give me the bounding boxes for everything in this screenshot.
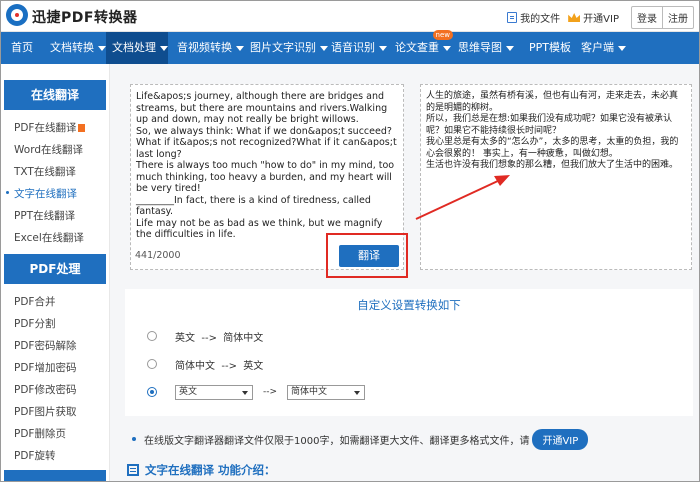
sidebar-section-pdf: PDF处理	[4, 254, 106, 284]
sidebar-item-pdf-merge[interactable]: PDF合并	[14, 294, 55, 309]
sidebar-item-ppt-translate[interactable]: PPT在线翻译	[14, 208, 75, 223]
sidebar-item-pdf-change-password[interactable]: PDF修改密码	[14, 382, 76, 397]
nav-item-doc-convert[interactable]: 文档转换	[44, 32, 112, 64]
nav-label: 首页	[11, 41, 33, 54]
sidebar: 在线翻译 PDF在线翻译 Word在线翻译 TXT在线翻译 文字在线翻译 PPT…	[0, 64, 110, 482]
sidebar-item-pdf-split[interactable]: PDF分割	[14, 316, 55, 331]
my-files-link[interactable]: 我的文件	[507, 10, 560, 25]
nav-item-doc-process[interactable]: 文档处理	[106, 32, 168, 64]
nav-label: 文档转换	[50, 41, 94, 54]
open-vip-link[interactable]: 开通VIP	[568, 10, 619, 25]
nav-item-client[interactable]: 客户端	[575, 32, 632, 64]
caret-down-icon	[379, 45, 387, 51]
nav-item-ppt[interactable]: PPT模板	[523, 32, 577, 64]
notice-row: 在线版文字翻译器翻译文件仅限于1000字，如需翻译更大文件、翻译更多格式文件，请…	[125, 426, 693, 452]
nav-label: 语音识别	[331, 41, 375, 54]
bullet-icon	[132, 437, 136, 441]
nav-item-ocr[interactable]: 图片文字识别	[244, 32, 334, 64]
sidebar-item-pdf-extract-images[interactable]: PDF图片获取	[14, 404, 76, 419]
radio-zh-to-en[interactable]	[147, 359, 157, 369]
sidebar-item-pdf-add-password[interactable]: PDF增加密码	[14, 360, 76, 375]
open-vip-label: 开通VIP	[583, 14, 619, 25]
hot-icon	[78, 124, 86, 132]
nav-item-plagiarism[interactable]: 论文查重 new	[389, 30, 457, 64]
brand-name[interactable]: 迅捷PDF转换器	[32, 7, 137, 27]
nav-label: 文档处理	[112, 41, 156, 54]
nav-label: 思维导图	[458, 41, 502, 54]
nav-label: 音视频转换	[177, 41, 232, 54]
open-vip-button[interactable]: 开通VIP	[532, 428, 589, 450]
notice-text: 在线版文字翻译器翻译文件仅限于1000字，如需翻译更大文件、翻译更多格式文件，请	[144, 435, 530, 447]
option-label: 简体中文 --> 英文	[175, 360, 264, 372]
sidebar-item-excel-translate[interactable]: Excel在线翻译	[14, 230, 84, 245]
nav-label: 图片文字识别	[250, 41, 316, 54]
direction-arrow: -->	[263, 387, 278, 397]
intro-title: 文字在线翻译 功能介绍：	[145, 463, 276, 477]
translate-button[interactable]: 翻译	[339, 245, 399, 267]
file-icon	[507, 12, 518, 23]
source-text: Life&apos;s journey, although there are …	[136, 91, 397, 240]
caret-down-icon	[160, 45, 168, 51]
sidebar-item-word-translate[interactable]: Word在线翻译	[14, 142, 83, 157]
sidebar-item-pdf-unlock[interactable]: PDF密码解除	[14, 338, 76, 353]
result-text: 人生的旅途，虽然有桥有溪，但也有山有河，走来走去，未必真的是明媚的柳树。 所以，…	[426, 91, 679, 170]
caret-down-icon	[506, 45, 514, 51]
top-links: 我的文件 开通VIP 登录 注册	[507, 6, 694, 29]
nav-label: PPT模板	[529, 41, 571, 54]
caret-down-icon	[236, 45, 244, 51]
nav-item-speech[interactable]: 语音识别	[325, 32, 393, 64]
target-language-select[interactable]: 简体中文	[287, 384, 366, 400]
main-nav: 首页 文档转换 文档处理 音视频转换 图片文字识别 语音识别 论文查重 new 思…	[0, 30, 700, 64]
nav-label: 客户端	[581, 41, 614, 54]
conversion-settings: 自定义设置转换如下 英文 --> 简体中文 简体中文 --> 英文 英文 -->…	[125, 289, 693, 416]
option-en-to-zh[interactable]: 英文 --> 简体中文	[147, 329, 264, 344]
char-count: 441/2000	[135, 250, 181, 261]
sidebar-item-pdf-translate[interactable]: PDF在线翻译	[14, 120, 86, 135]
sidebar-section-translate: 在线翻译	[4, 80, 106, 110]
sidebar-item-text-translate[interactable]: 文字在线翻译	[6, 186, 77, 201]
auth-box: 登录 注册	[631, 6, 694, 29]
nav-item-mindmap[interactable]: 思维导图	[452, 32, 520, 64]
sidebar-item-pdf-delete-pages[interactable]: PDF删除页	[14, 426, 66, 441]
brand-logo-icon[interactable]	[6, 4, 28, 26]
crown-icon	[568, 13, 581, 22]
settings-title: 自定义设置转换如下	[357, 298, 461, 312]
login-button[interactable]: 登录	[632, 7, 662, 28]
my-files-label: 我的文件	[520, 14, 561, 25]
radio-en-to-zh[interactable]	[147, 331, 157, 341]
nav-item-home[interactable]: 首页	[5, 32, 39, 64]
sidebar-item-pdf-rotate[interactable]: PDF旋转	[14, 448, 55, 463]
sidebar-section-next	[4, 470, 106, 482]
main-content: Life&apos;s journey, although there are …	[110, 64, 700, 482]
radio-custom[interactable]	[147, 387, 157, 397]
top-bar: 迅捷PDF转换器 我的文件 开通VIP 登录 注册	[0, 0, 700, 32]
nav-item-av-convert[interactable]: 音视频转换	[171, 32, 250, 64]
sidebar-item-txt-translate[interactable]: TXT在线翻译	[14, 164, 76, 179]
option-label: 英文 --> 简体中文	[175, 332, 264, 344]
book-icon	[127, 464, 139, 476]
option-custom[interactable]: 英文 --> 简体中文	[147, 384, 375, 400]
annotation-arrow-icon	[415, 175, 510, 220]
nav-label: 论文查重	[395, 41, 439, 54]
option-zh-to-en[interactable]: 简体中文 --> 英文	[147, 357, 264, 372]
caret-down-icon	[618, 45, 626, 51]
register-button[interactable]: 注册	[663, 7, 693, 28]
caret-down-icon	[98, 45, 106, 51]
intro-heading: 文字在线翻译 功能介绍：	[125, 462, 276, 478]
source-language-select[interactable]: 英文	[175, 384, 253, 400]
new-badge: new	[432, 30, 453, 40]
caret-down-icon	[443, 45, 451, 51]
sidebar-item-label: PDF在线翻译	[14, 122, 77, 134]
